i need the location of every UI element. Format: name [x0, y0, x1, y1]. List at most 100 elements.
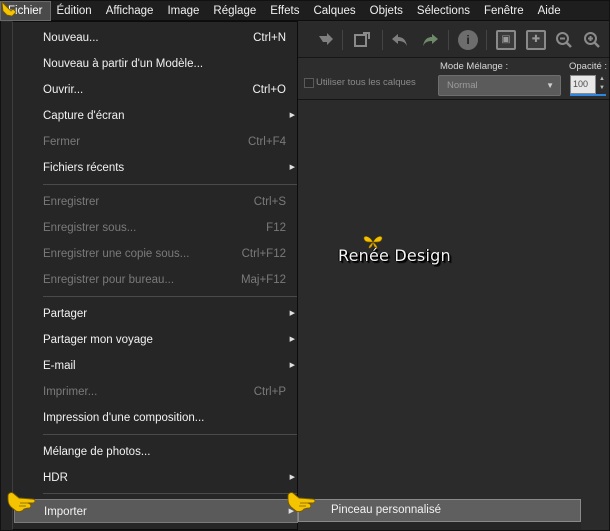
info-icon[interactable]: i [458, 30, 478, 50]
menu-edition[interactable]: Édition [50, 2, 99, 20]
pointing-hand-icon [287, 492, 316, 513]
menu-item-impression-composition[interactable]: Impression d'une composition... [14, 406, 298, 430]
flip-icon[interactable] [316, 30, 336, 50]
menu-aide-label: Aide [537, 4, 561, 17]
menu-item-label: Fermer [43, 136, 81, 148]
submenu-arrow-icon: ▶ [289, 112, 295, 119]
menu-item-shortcut: Ctrl+S [253, 196, 286, 208]
submenu-arrow-icon: ▶ [289, 310, 295, 317]
importer-submenu-item-pinceau[interactable]: Pinceau personnalisé [298, 499, 581, 522]
menu-reglage[interactable]: Réglage [206, 2, 263, 20]
menu-affichage[interactable]: Affichage [99, 2, 161, 20]
menu-effets-label: Effets [270, 4, 300, 17]
menu-separator [43, 434, 297, 435]
fit-window-icon[interactable]: ▣ [496, 30, 516, 50]
fichier-dropdown-menu: Nouveau... Ctrl+N Nouveau à partir d'un … [12, 21, 298, 530]
workspace-canvas[interactable] [298, 101, 609, 530]
menu-separator [43, 493, 297, 494]
menu-item-label: Nouveau à partir d'un Modèle... [43, 58, 204, 70]
menu-item-nouveau-modele[interactable]: Nouveau à partir d'un Modèle... [14, 52, 298, 76]
crop-icon[interactable] [352, 30, 372, 50]
menu-item-label: Capture d'écran [43, 110, 125, 122]
menu-reglage-label: Réglage [213, 4, 257, 17]
submenu-arrow-icon: ▶ [289, 474, 295, 481]
toolbar: i ▣ ✚ [298, 22, 609, 58]
menu-item-enregistrer-sous: Enregistrer sous... F12 [14, 216, 298, 240]
menu-item-imprimer: Imprimer... Ctrl+P [14, 380, 298, 404]
menu-item-enregistrer: Enregistrer Ctrl+S [14, 190, 298, 214]
menu-item-label: Impression d'une composition... [43, 412, 205, 424]
menu-selections[interactable]: Sélections [410, 2, 477, 20]
menu-item-ouvrir[interactable]: Ouvrir... Ctrl+O [14, 78, 298, 102]
menu-item-fichiers-recents[interactable]: Fichiers récents ▶ [14, 156, 298, 180]
menu-item-email[interactable]: E-mail ▶ [14, 354, 298, 378]
menu-item-label: HDR [43, 472, 68, 484]
menu-item-label: Mélange de photos... [43, 446, 151, 458]
menu-item-label: Ouvrir... [43, 84, 84, 96]
menu-item-partager-voyage[interactable]: Partager mon voyage ▶ [14, 328, 298, 352]
menu-item-label: Imprimer... [43, 386, 98, 398]
use-all-layers-checkbox[interactable] [304, 78, 314, 88]
menu-item-label: Enregistrer une copie sous... [43, 248, 190, 260]
menu-separator [43, 184, 297, 185]
menu-item-fermer: Fermer Ctrl+F4 [14, 130, 298, 154]
menu-item-shortcut: Ctrl+N [253, 32, 286, 44]
menu-item-importer[interactable]: Importer ▶ [14, 499, 298, 523]
menu-item-label: Enregistrer pour bureau... [43, 274, 175, 286]
actual-size-icon[interactable]: ✚ [526, 30, 546, 50]
menu-affichage-label: Affichage [105, 4, 154, 17]
menu-item-label: Nouveau... [43, 32, 99, 44]
menu-calques-label: Calques [313, 4, 356, 17]
menu-item-hdr[interactable]: HDR ▶ [14, 466, 298, 490]
menu-item-label: Enregistrer [43, 196, 100, 208]
pointing-hand-icon [7, 492, 36, 513]
opacity-spinner[interactable]: ▲ ▼ [598, 75, 606, 94]
menu-item-shortcut: Maj+F12 [240, 274, 286, 286]
importer-submenu [298, 522, 581, 530]
opacity-input[interactable]: 100 [570, 75, 596, 94]
menu-calques[interactable]: Calques [306, 2, 362, 20]
watermark-text: Renée Design [338, 246, 451, 265]
menu-item-label: E-mail [43, 360, 76, 372]
menu-item-label: Importer [44, 506, 87, 518]
zoom-in-icon[interactable] [582, 30, 602, 50]
menu-item-melange-photos[interactable]: Mélange de photos... [14, 440, 298, 464]
submenu-arrow-icon: ▶ [289, 362, 295, 369]
menu-item-label: Partager [43, 308, 88, 320]
redo-icon[interactable] [420, 30, 440, 50]
menu-separator [43, 296, 297, 297]
chevron-down-icon: ▼ [546, 81, 554, 90]
menu-item-enregistrer-bureau: Enregistrer pour bureau... Maj+F12 [14, 268, 298, 292]
opacity-label: Opacité : [569, 61, 608, 72]
menu-item-shortcut: Ctrl+F12 [241, 248, 286, 260]
menu-item-shortcut: Ctrl+O [252, 84, 286, 96]
menu-bar: Fichier Édition Affichage Image Réglage … [0, 0, 609, 21]
menu-fenetre[interactable]: Fenêtre [477, 2, 531, 20]
menu-image[interactable]: Image [160, 2, 206, 20]
menu-item-shortcut: F12 [266, 222, 286, 234]
blend-mode-label: Mode Mélange : [440, 61, 509, 72]
submenu-arrow-icon: ▶ [289, 336, 295, 343]
menu-item-label: Fichiers récents [43, 162, 125, 174]
undo-icon[interactable] [390, 30, 410, 50]
menu-objets-label: Objets [369, 4, 403, 17]
menu-item-partager[interactable]: Partager ▶ [14, 302, 298, 326]
menu-item-enregistrer-copie: Enregistrer une copie sous... Ctrl+F12 [14, 242, 298, 266]
menu-item-shortcut: Ctrl+F4 [247, 136, 286, 148]
menu-item-nouveau[interactable]: Nouveau... Ctrl+N [14, 26, 298, 50]
menu-objets[interactable]: Objets [363, 2, 410, 20]
use-all-layers-label: Utiliser tous les calques [316, 77, 416, 88]
menu-fenetre-label: Fenêtre [483, 4, 524, 17]
menu-edition-label: Édition [56, 4, 92, 17]
menu-item-label: Partager mon voyage [43, 334, 153, 346]
zoom-out-icon[interactable] [554, 30, 574, 50]
menu-item-label: Enregistrer sous... [43, 222, 137, 234]
blend-mode-value: Normal [447, 80, 478, 91]
blend-mode-select[interactable]: Normal ▼ [438, 75, 561, 96]
menu-item-capture-ecran[interactable]: Capture d'écran ▶ [14, 104, 298, 128]
opacity-slider-bar[interactable] [570, 94, 606, 96]
submenu-arrow-icon: ▶ [289, 164, 295, 171]
submenu-item-label: Pinceau personnalisé [331, 504, 441, 516]
menu-aide[interactable]: Aide [531, 2, 568, 20]
menu-effets[interactable]: Effets [263, 2, 306, 20]
